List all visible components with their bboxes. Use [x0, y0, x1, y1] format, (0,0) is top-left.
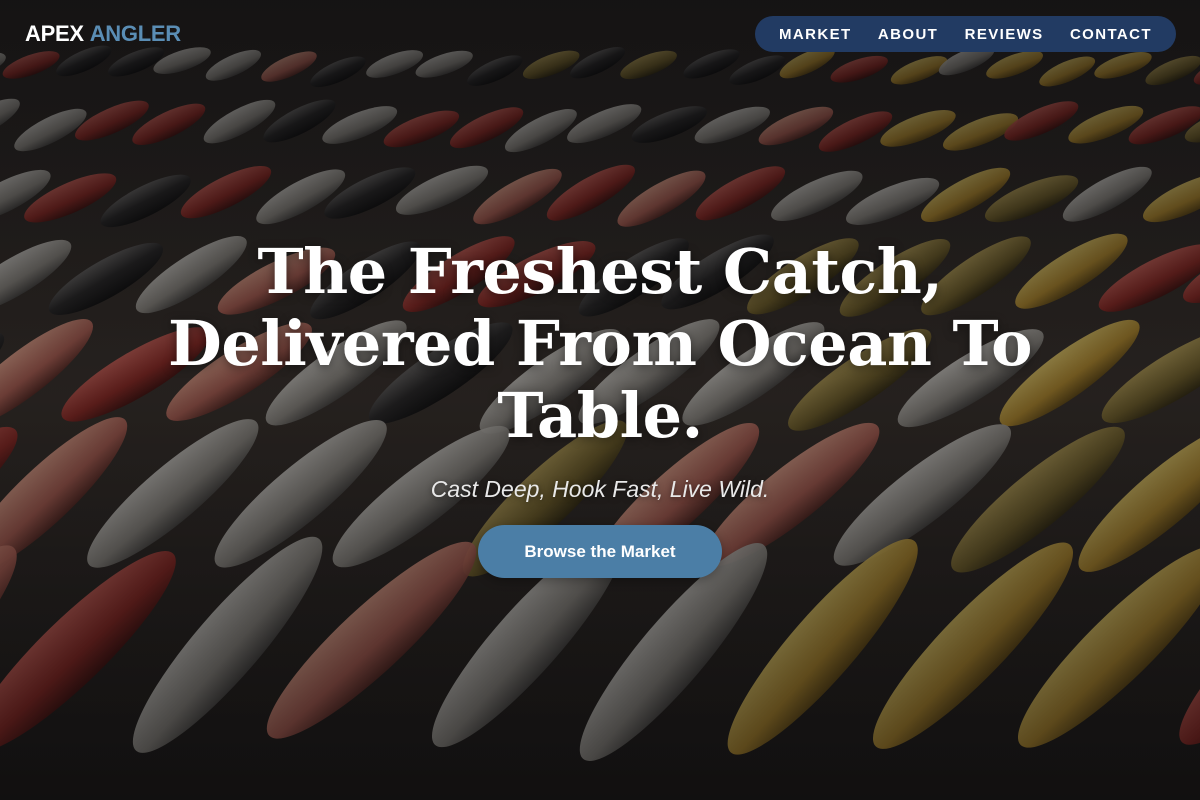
- hero-section: APEX ANGLER MARKET ABOUT REVIEWS CONTACT …: [0, 0, 1200, 800]
- brand-logo[interactable]: APEX ANGLER: [25, 20, 181, 48]
- hero-tagline: Cast Deep, Hook Fast, Live Wild.: [430, 476, 770, 502]
- hero-headline-line-2: Delivered From Ocean To: [168, 307, 1032, 380]
- brand-name-part1: APEX: [25, 21, 84, 46]
- brand-name-part2: ANGLER: [89, 21, 181, 46]
- hero-headline: The Freshest Catch, Delivered From Ocean…: [100, 236, 1100, 452]
- nav-item-market[interactable]: MARKET: [779, 26, 852, 43]
- nav-item-reviews[interactable]: REVIEWS: [965, 26, 1044, 43]
- hero-headline-line-3: Table.: [497, 379, 703, 452]
- nav-item-about[interactable]: ABOUT: [878, 26, 938, 43]
- hero-headline-line-1: The Freshest Catch,: [257, 235, 943, 308]
- main-navigation: MARKET ABOUT REVIEWS CONTACT: [755, 16, 1176, 52]
- browse-market-button[interactable]: Browse the Market: [478, 525, 722, 578]
- nav-item-contact[interactable]: CONTACT: [1070, 26, 1152, 43]
